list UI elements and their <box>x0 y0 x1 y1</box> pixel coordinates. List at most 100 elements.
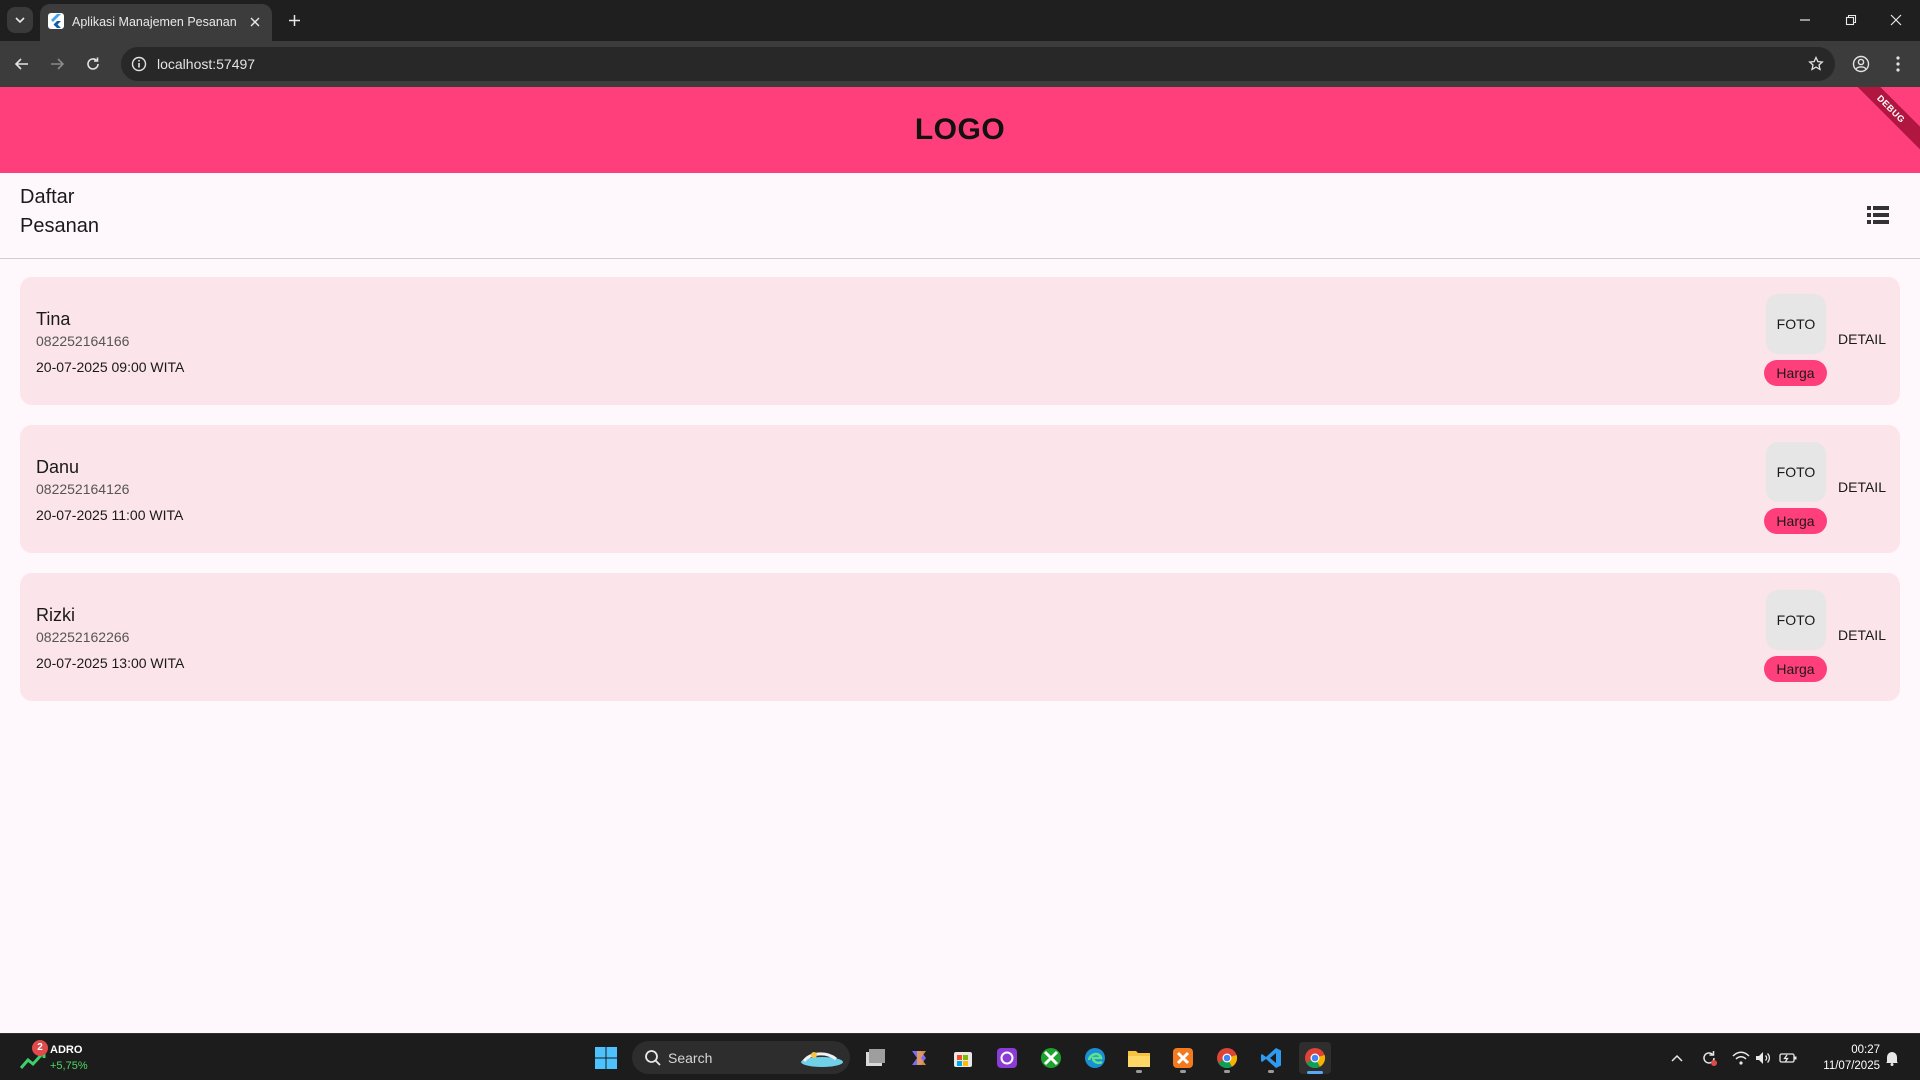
detail-button[interactable]: DETAIL <box>1832 627 1892 643</box>
new-tab-button[interactable] <box>282 8 306 32</box>
stock-change: +5,75% <box>50 1060 88 1072</box>
back-button[interactable] <box>8 50 36 78</box>
address-bar[interactable]: localhost:57497 <box>121 47 1835 81</box>
task-view-button[interactable] <box>859 1042 891 1074</box>
order-card[interactable]: Danu 082252164126 20-07-2025 11:00 WITA … <box>20 425 1900 553</box>
close-icon <box>250 17 260 27</box>
running-indicator <box>1268 1070 1274 1073</box>
notifications-button[interactable] <box>1882 1048 1902 1068</box>
wifi-button[interactable] <box>1731 1048 1751 1068</box>
forward-button[interactable] <box>43 50 71 78</box>
xampp-icon <box>1173 1048 1193 1068</box>
browser-menu-button[interactable] <box>1884 50 1912 78</box>
list-view-button[interactable] <box>1864 201 1892 229</box>
purple-app-icon <box>997 1048 1017 1068</box>
vscode-icon <box>1261 1048 1281 1068</box>
notification-badge: 2 <box>32 1040 48 1056</box>
running-indicator <box>1136 1070 1142 1073</box>
running-indicator <box>1224 1070 1230 1073</box>
minimize-button[interactable] <box>1787 4 1823 36</box>
vscode-app[interactable] <box>1255 1042 1287 1074</box>
profile-button[interactable] <box>1847 50 1875 78</box>
edge-icon <box>1085 1048 1105 1068</box>
reload-button[interactable] <box>79 50 107 78</box>
taskbar-search[interactable]: Search <box>632 1041 850 1074</box>
browser-tab-strip: Aplikasi Manajemen Pesanan <box>0 0 1920 41</box>
foto-button[interactable]: FOTO <box>1766 294 1826 354</box>
minimize-icon <box>1800 19 1810 21</box>
arrow-right-icon <box>51 58 65 70</box>
foto-button[interactable]: FOTO <box>1766 590 1826 650</box>
sync-icon <box>1703 1051 1717 1066</box>
copilot-app[interactable] <box>903 1042 935 1074</box>
detail-button[interactable]: DETAIL <box>1832 479 1892 495</box>
site-info-icon[interactable] <box>129 54 149 74</box>
file-explorer-app[interactable] <box>1123 1042 1155 1074</box>
close-icon <box>1890 14 1902 26</box>
windows-taskbar: 2 ADRO +5,75% Search 00:27 11/07/2025 <box>0 1033 1920 1080</box>
restore-button[interactable] <box>1833 4 1869 36</box>
order-datetime: 20-07-2025 13:00 WITA <box>36 655 185 671</box>
purple-app[interactable] <box>991 1042 1023 1074</box>
bell-icon <box>1886 1052 1898 1066</box>
arrow-left-icon <box>14 58 28 70</box>
xampp-app[interactable] <box>1167 1042 1199 1074</box>
show-hidden-icons-button[interactable] <box>1667 1048 1687 1068</box>
chrome-icon <box>1305 1048 1326 1069</box>
list-header: Daftar Pesanan <box>0 173 1920 259</box>
chevron-up-icon <box>1671 1054 1683 1062</box>
clock-time: 00:27 <box>1851 1044 1880 1056</box>
browser-tab[interactable]: Aplikasi Manajemen Pesanan <box>40 4 272 41</box>
tab-close-button[interactable] <box>246 13 264 31</box>
search-icon <box>645 1050 661 1066</box>
customer-phone: 082252162266 <box>36 629 130 645</box>
foto-button[interactable]: FOTO <box>1766 442 1826 502</box>
tab-search-button[interactable] <box>7 7 33 33</box>
logo-text: LOGO <box>914 113 1006 146</box>
plus-icon <box>288 14 300 26</box>
battery-charging-icon <box>1779 1053 1797 1063</box>
sync-tray-button[interactable] <box>1699 1048 1719 1068</box>
bookmark-button[interactable] <box>1805 53 1827 75</box>
page-title: Daftar Pesanan <box>20 186 99 237</box>
xbox-icon <box>1041 1048 1061 1068</box>
volume-button[interactable] <box>1753 1048 1773 1068</box>
view-list-icon <box>1867 206 1889 224</box>
stock-ticker: ADRO <box>50 1044 83 1056</box>
harga-button[interactable]: Harga <box>1764 508 1827 534</box>
url-text: localhost:57497 <box>157 56 256 72</box>
tab-title: Aplikasi Manajemen Pesanan <box>72 15 237 29</box>
close-window-button[interactable] <box>1878 4 1914 36</box>
chrome-app[interactable] <box>1211 1042 1243 1074</box>
order-card[interactable]: Rizki 082252162266 20-07-2025 13:00 WITA… <box>20 573 1900 701</box>
stock-widget[interactable]: 2 ADRO +5,75% <box>18 1040 108 1076</box>
wifi-icon <box>1732 1051 1750 1065</box>
chrome-app-active[interactable] <box>1299 1042 1331 1074</box>
kebab-menu-icon <box>1896 56 1900 72</box>
ms-store-app[interactable] <box>947 1042 979 1074</box>
customer-name: Tina <box>36 309 71 329</box>
harga-button[interactable]: Harga <box>1764 656 1827 682</box>
edge-app[interactable] <box>1079 1042 1111 1074</box>
battery-button[interactable] <box>1778 1048 1798 1068</box>
order-card[interactable]: Tina 082252164166 20-07-2025 09:00 WITA … <box>20 277 1900 405</box>
active-indicator <box>1307 1071 1323 1074</box>
system-clock[interactable]: 00:27 11/07/2025 <box>1800 1042 1880 1074</box>
app-bar: LOGO <box>0 87 1920 173</box>
browser-toolbar: localhost:57497 <box>0 41 1920 87</box>
flutter-favicon-icon <box>48 13 64 29</box>
start-button[interactable] <box>590 1042 622 1074</box>
folder-icon <box>1128 1051 1150 1067</box>
app-viewport: LOGO DEBUG Daftar Pesanan Tina 082252164… <box>0 87 1920 1033</box>
customer-phone: 082252164126 <box>36 481 130 497</box>
clock-date: 11/07/2025 <box>1823 1060 1880 1072</box>
harga-button[interactable]: Harga <box>1764 360 1827 386</box>
search-highlight-icon <box>801 1052 843 1067</box>
xbox-app[interactable] <box>1035 1042 1067 1074</box>
customer-phone: 082252164166 <box>36 333 130 349</box>
order-datetime: 20-07-2025 09:00 WITA <box>36 359 185 375</box>
search-label: Search <box>668 1050 713 1066</box>
detail-button[interactable]: DETAIL <box>1832 331 1892 347</box>
task-view-icon <box>866 1049 885 1066</box>
order-datetime: 20-07-2025 11:00 WITA <box>36 507 184 523</box>
